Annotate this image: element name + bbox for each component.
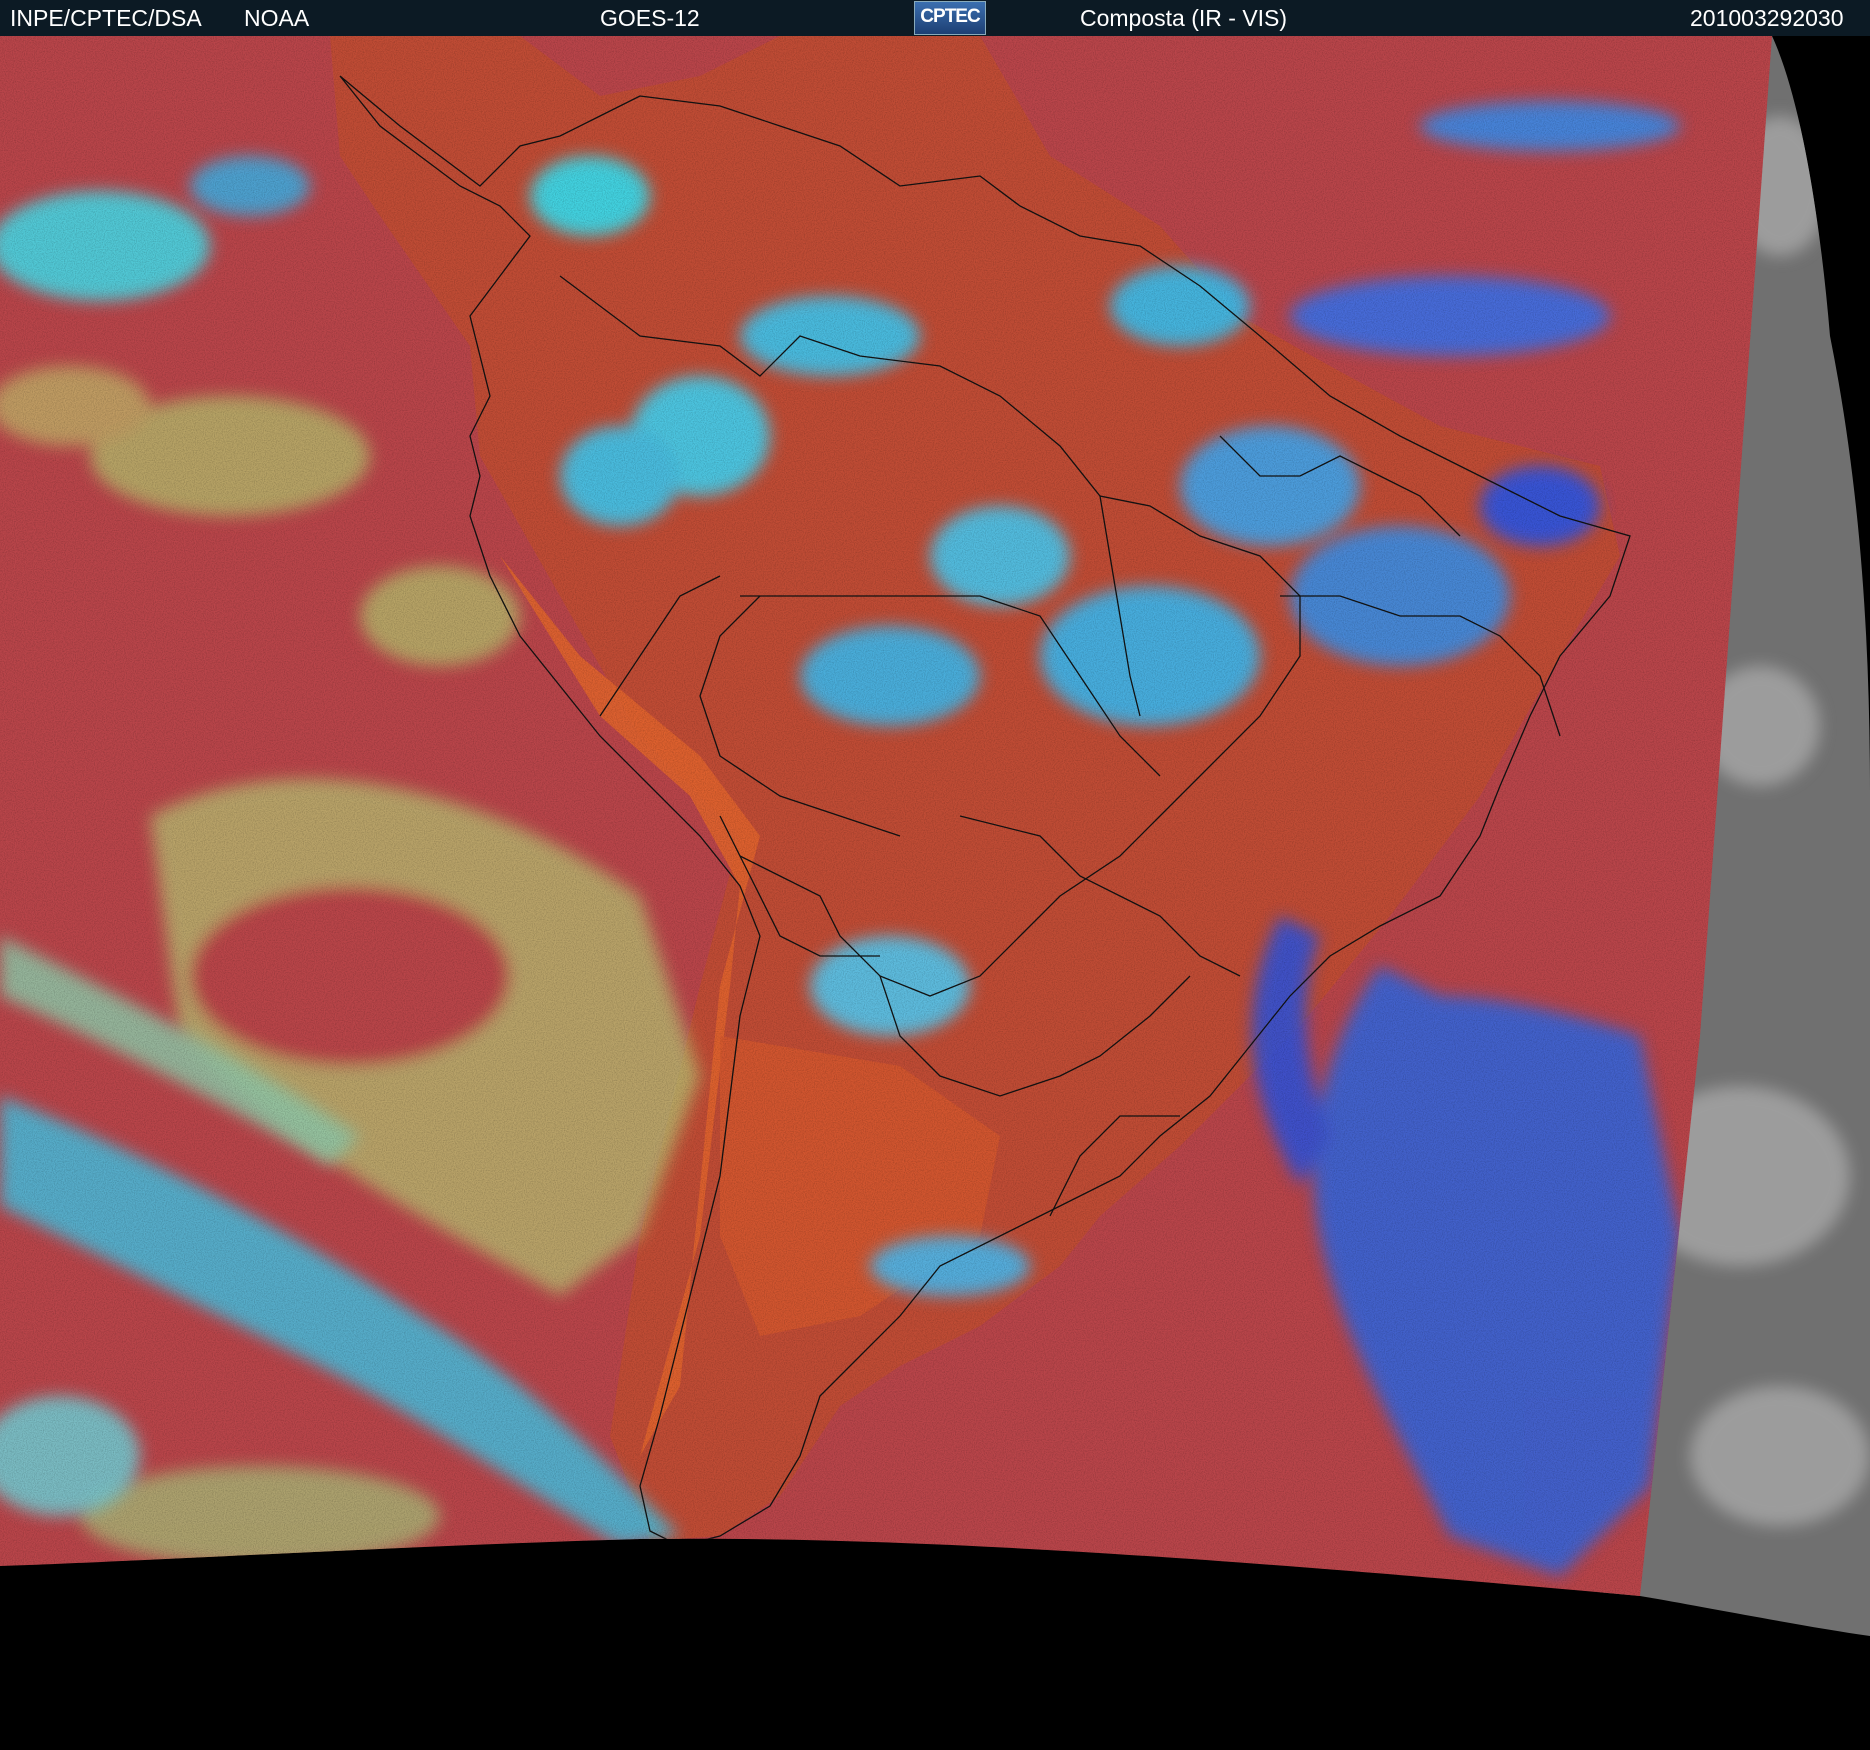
timestamp-label: 201003292030	[1690, 5, 1844, 31]
cptec-logo-text: CPTEC	[920, 6, 980, 27]
agency-label: NOAA	[244, 5, 310, 31]
cptec-logo: CPTEC	[914, 1, 986, 35]
satellite-composite-map	[0, 36, 1870, 1750]
satellite-label: GOES-12	[600, 5, 700, 31]
color-composite	[0, 36, 1772, 1596]
institution-label: INPE/CPTEC/DSA	[10, 5, 202, 31]
image-header: INPE/CPTEC/DSA NOAA GOES-12 CPTEC Compos…	[0, 0, 1870, 36]
product-label: Composta (IR - VIS)	[1080, 5, 1288, 31]
